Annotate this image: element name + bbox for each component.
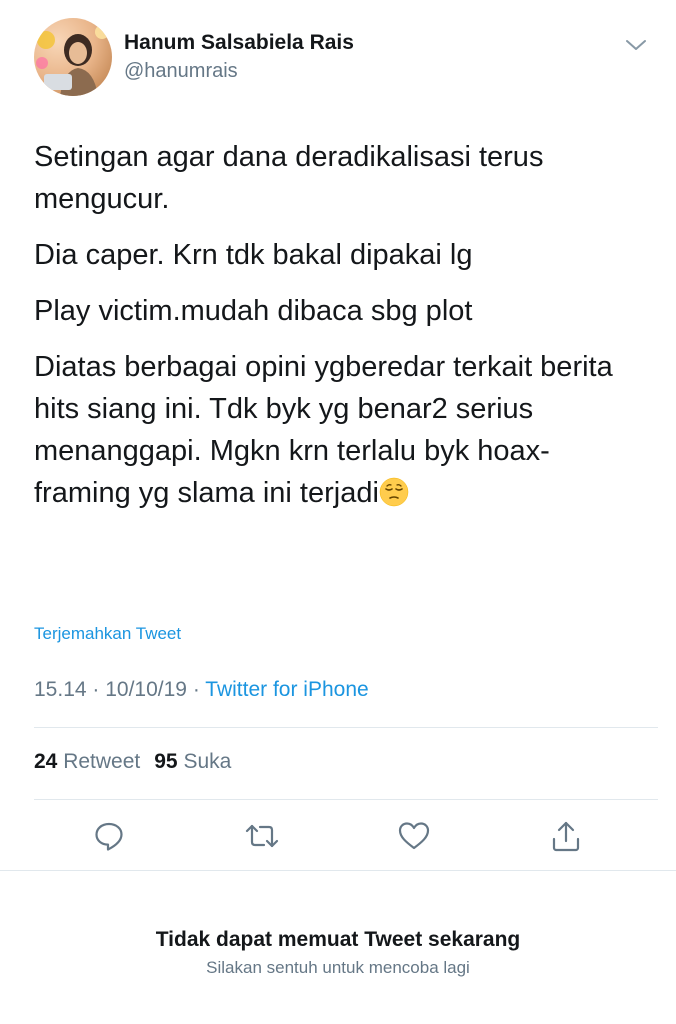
divider: [34, 799, 658, 800]
tweet-paragraph: Setingan agar dana deradikalisasi terus …: [34, 141, 544, 215]
tweet-action-bar: [0, 812, 676, 860]
tweet-time: 15.14: [34, 678, 87, 701]
error-title: Tidak dapat memuat Tweet sekarang: [155, 928, 521, 951]
tweet-paragraph: Dia caper. Krn tdk bakal dipakai lg: [34, 239, 473, 271]
retweet-stat[interactable]: 24 Retweet: [34, 750, 140, 773]
avatar[interactable]: [34, 18, 112, 96]
like-label: Suka: [183, 750, 232, 773]
meta-separator: ·: [186, 678, 206, 701]
tweet-paragraph-text: Diatas berbagai opini ygberedar terkait …: [34, 351, 613, 509]
tweet-detail-screen: Hanum Salsabiela Rais @hanumrais Setinga…: [0, 0, 676, 1024]
tweet-paragraph: Play victim.mudah dibaca sbg plot: [34, 295, 473, 327]
meta-separator: ·: [86, 678, 106, 701]
chevron-down-icon[interactable]: [624, 36, 648, 54]
tweet-stats: 24 Retweet 95 Suka: [34, 750, 231, 774]
like-stat[interactable]: 95 Suka: [154, 750, 231, 773]
divider: [0, 870, 676, 871]
user-handle[interactable]: @hanumrais: [124, 60, 238, 83]
share-icon[interactable]: [546, 812, 586, 860]
translate-tweet-link[interactable]: Terjemahkan Tweet: [34, 624, 181, 644]
load-error-message[interactable]: Tidak dapat memuat Tweet sekarang Silaka…: [0, 928, 676, 978]
like-count: 95: [154, 750, 178, 773]
tweet-meta: 15.14 · 10/10/19 · Twitter for iPhone: [34, 678, 369, 702]
display-name[interactable]: Hanum Salsabiela Rais: [124, 31, 354, 55]
error-subtitle: Silakan sentuh untuk mencoba lagi: [206, 958, 470, 977]
retweet-icon[interactable]: [242, 812, 282, 860]
tweet-header: Hanum Salsabiela Rais @hanumrais: [0, 0, 676, 110]
retweet-count: 24: [34, 750, 58, 773]
reply-icon[interactable]: [89, 812, 129, 860]
retweet-label: Retweet: [63, 750, 141, 773]
pensive-face-emoji-icon: [379, 477, 409, 507]
tweet-date: 10/10/19: [105, 678, 187, 701]
tweet-text: Setingan agar dana deradikalisasi terus …: [34, 136, 644, 528]
heart-icon[interactable]: [394, 812, 434, 860]
tweet-source-link[interactable]: Twitter for iPhone: [205, 678, 368, 701]
profile-photo: [34, 18, 112, 96]
tweet-paragraph-last: Diatas berbagai opini ygberedar terkait …: [34, 346, 644, 514]
divider: [34, 727, 658, 728]
